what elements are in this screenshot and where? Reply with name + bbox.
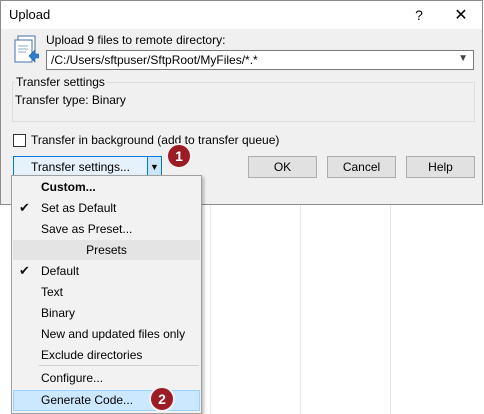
presets-header: Presets: [13, 240, 200, 260]
menu-item-save-as-preset[interactable]: Save as Preset...: [13, 219, 200, 240]
step-badge-2: 2: [149, 386, 175, 412]
background-transfer-checkbox[interactable]: [13, 133, 26, 147]
help-button[interactable]: Help: [406, 156, 475, 178]
menu-item-preset-binary[interactable]: Binary: [13, 303, 200, 324]
background-divider: [300, 205, 301, 414]
background-divider: [390, 205, 391, 414]
checkmark-icon: ✔: [19, 200, 30, 215]
step-badge-1: 1: [166, 143, 192, 169]
chevron-down-icon[interactable]: ▼: [458, 52, 468, 66]
chevron-down-icon: ▼: [150, 162, 159, 172]
upload-document-icon: [14, 35, 39, 63]
menu-item-label: Default: [41, 264, 80, 278]
menu-item-label: Configure...: [41, 371, 104, 385]
menu-item-label: Exclude directories: [41, 348, 143, 362]
transfer-settings-menu: Custom... ✔ Set as Default Save as Prese…: [11, 175, 202, 414]
transfer-settings-legend: Transfer settings: [15, 75, 106, 89]
transfer-type-text: Transfer type: Binary: [15, 93, 126, 107]
menu-item-preset-new-updated[interactable]: New and updated files only: [13, 324, 200, 345]
menu-item-configure[interactable]: Configure...: [13, 368, 200, 389]
menu-item-preset-default[interactable]: ✔ Default: [13, 261, 200, 282]
menu-item-label: Generate Code...: [41, 393, 134, 407]
dialog-title: Upload: [9, 7, 51, 22]
menu-item-label: Set as Default: [41, 201, 117, 215]
menu-item-custom[interactable]: Custom...: [13, 177, 200, 198]
cancel-button[interactable]: Cancel: [327, 156, 396, 178]
menu-item-label: Save as Preset...: [41, 222, 133, 236]
help-icon[interactable]: ?: [399, 1, 439, 29]
background-divider: [210, 205, 211, 414]
background-transfer-label[interactable]: Transfer in background (add to transfer …: [31, 133, 279, 147]
menu-item-preset-text[interactable]: Text: [13, 282, 200, 303]
close-icon[interactable]: ✕: [441, 1, 481, 29]
upload-label: Upload 9 files to remote directory:: [46, 33, 226, 47]
menu-item-label: Text: [41, 285, 64, 299]
title-bar: Upload ? ✕: [1, 1, 482, 29]
ok-button[interactable]: OK: [248, 156, 317, 178]
menu-item-label: Custom...: [41, 180, 96, 194]
menu-separator: [39, 365, 199, 366]
checkmark-icon: ✔: [19, 263, 30, 278]
remote-directory-combobox[interactable]: /C:/Users/sftpuser/SftpRoot/MyFiles/*.* …: [46, 50, 474, 70]
menu-item-preset-exclude-directories[interactable]: Exclude directories: [13, 345, 200, 366]
remote-directory-value[interactable]: /C:/Users/sftpuser/SftpRoot/MyFiles/*.*: [51, 53, 258, 67]
menu-item-set-as-default[interactable]: ✔ Set as Default: [13, 198, 200, 219]
background-transfer-option[interactable]: Transfer in background (add to transfer …: [13, 133, 279, 147]
menu-item-label: New and updated files only: [41, 327, 186, 341]
menu-item-label: Binary: [41, 306, 76, 320]
